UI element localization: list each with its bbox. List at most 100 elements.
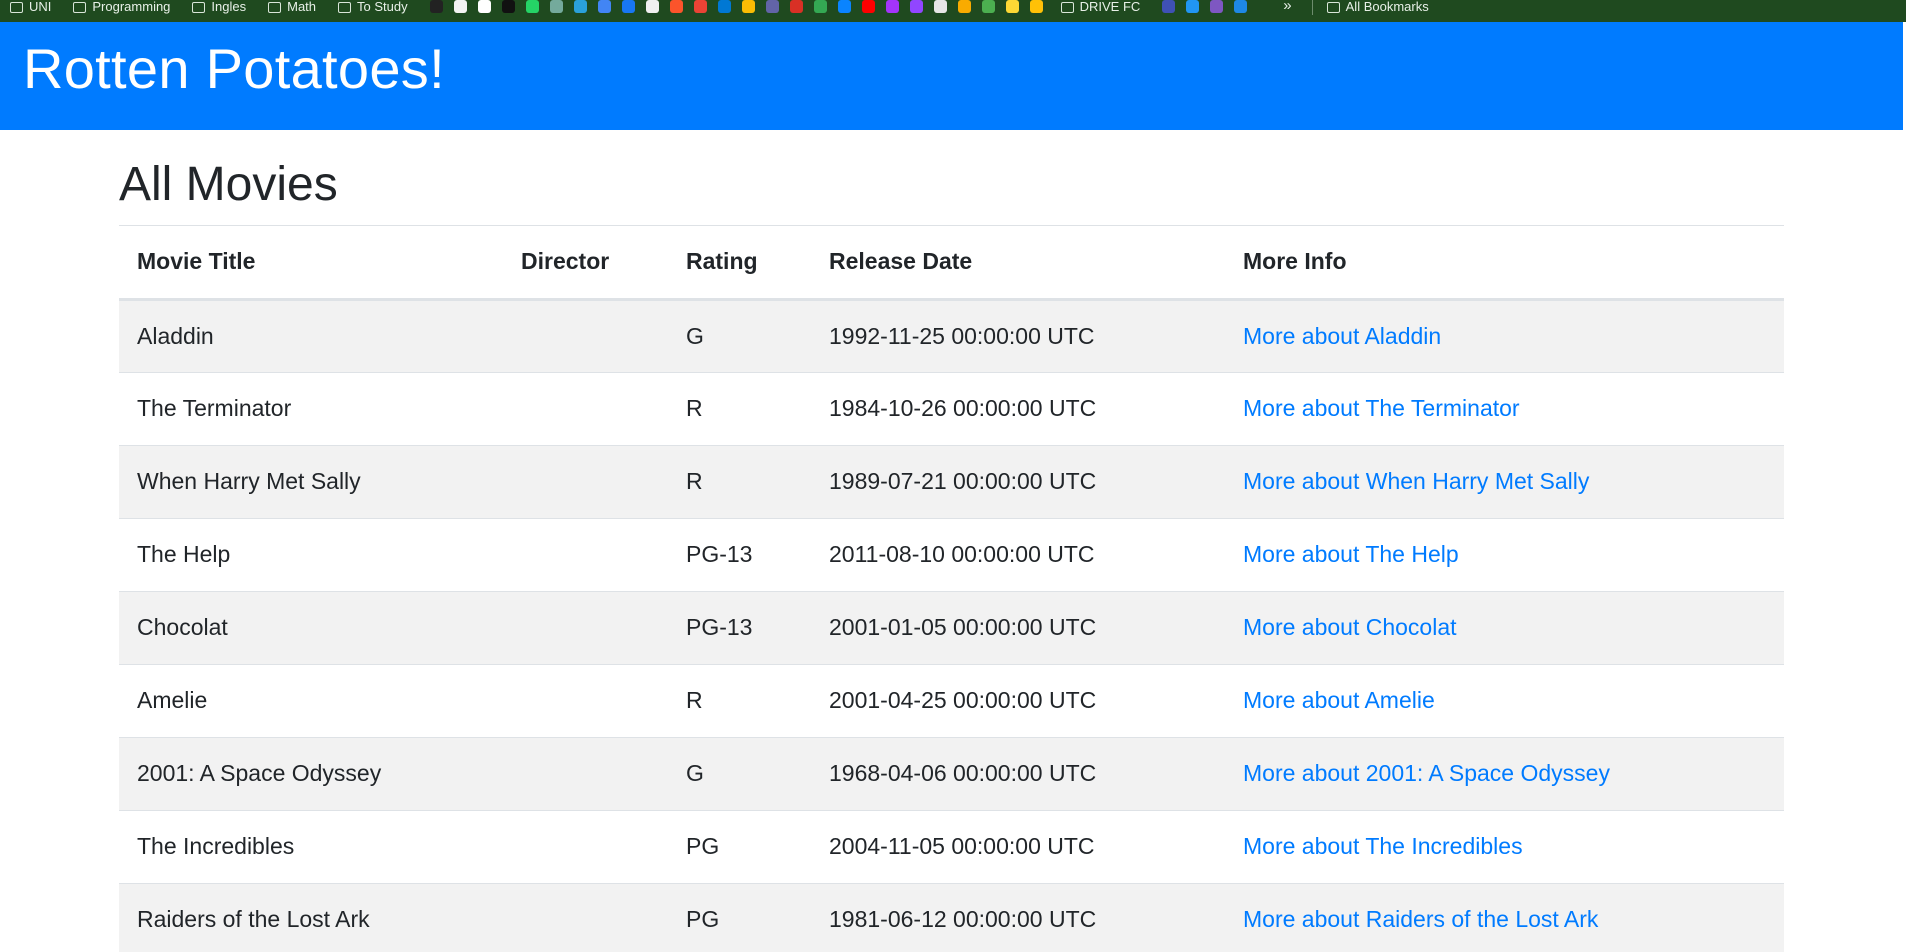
outlook-icon[interactable]: [717, 0, 731, 13]
site-icon[interactable]: [1234, 0, 1248, 13]
site-icon[interactable]: [981, 0, 995, 13]
twitch-icon[interactable]: [909, 0, 923, 13]
drive-icon[interactable]: [813, 0, 827, 13]
movie-more-info-cell: More about The Help: [1225, 518, 1784, 592]
github-icon[interactable]: [645, 0, 659, 13]
table-header-row: Movie Title Director Rating Release Date…: [119, 226, 1784, 301]
movie-director-cell: [503, 883, 668, 952]
site-icon[interactable]: [501, 0, 515, 13]
app-title[interactable]: Rotten Potatoes!: [23, 36, 445, 101]
site-icon[interactable]: [1162, 0, 1176, 13]
bookmarks-overflow-button[interactable]: »: [1283, 0, 1291, 14]
telegram-icon[interactable]: [573, 0, 587, 13]
bookmark-folder[interactable]: Math: [268, 0, 316, 14]
movie-more-info-cell: More about 2001: A Space Odyssey: [1225, 737, 1784, 811]
onedrive-icon[interactable]: [837, 0, 851, 13]
movie-rating-cell: PG: [668, 883, 811, 952]
movie-more-info-cell: More about Raiders of the Lost Ark: [1225, 883, 1784, 952]
movie-release-date-cell: 2011-08-10 00:00:00 UTC: [811, 518, 1225, 592]
whatsapp-icon[interactable]: [525, 0, 539, 13]
movie-release-date-cell: 2001-01-05 00:00:00 UTC: [811, 591, 1225, 665]
table-row: Aladdin G 1992-11-25 00:00:00 UTC More abou…: [119, 299, 1784, 373]
bookmark-icons: [1162, 0, 1248, 13]
more-info-link[interactable]: More about When Harry Met Sally: [1243, 468, 1589, 494]
folder-icon: [10, 1, 23, 13]
site-icon[interactable]: [477, 0, 491, 13]
folder-icon: [1060, 1, 1074, 13]
bookmark-folder[interactable]: DRIVE FC: [1060, 0, 1140, 14]
bookmark-folder-label: Ingles: [211, 0, 247, 14]
column-header-release-date[interactable]: Release Date: [811, 226, 1225, 301]
site-icon[interactable]: [933, 0, 947, 13]
movie-director-cell: [503, 810, 668, 884]
gmail-icon[interactable]: [693, 0, 707, 13]
facebook-icon[interactable]: [621, 0, 635, 13]
movie-more-info-cell: More about Aladdin: [1225, 299, 1784, 373]
timer-icon[interactable]: [1029, 0, 1043, 13]
bookmark-folder[interactable]: To Study: [338, 0, 408, 14]
table-row: The Incredibles PG 2004-11-05 00:00:00 UTC…: [119, 810, 1784, 884]
column-header-title[interactable]: Movie Title: [119, 226, 503, 301]
youtube-icon[interactable]: [861, 0, 875, 13]
bookmark-folder-label: To Study: [357, 0, 408, 14]
folder-icon: [192, 1, 206, 13]
site-icon[interactable]: [789, 0, 803, 13]
more-info-link[interactable]: More about The Terminator: [1243, 395, 1520, 421]
drive-icon[interactable]: [741, 0, 755, 13]
translate-icon[interactable]: [597, 0, 611, 13]
more-info-link[interactable]: More about 2001: A Space Odyssey: [1243, 760, 1610, 786]
bookmarks-bar: UNI Programming Ingles Math To Study DRIVE FC…: [0, 0, 1906, 22]
bookmark-folder-label: Programming: [92, 0, 171, 14]
more-info-link[interactable]: More about Raiders of the Lost Ark: [1243, 906, 1598, 932]
column-header-director[interactable]: Director: [503, 226, 668, 301]
bookmark-folder[interactable]: Ingles: [192, 0, 246, 14]
analytics-icon[interactable]: [957, 0, 971, 13]
bookmark-folder-label: Math: [287, 0, 317, 14]
movie-rating-cell: R: [668, 664, 811, 738]
movie-director-cell: [503, 372, 668, 446]
movie-more-info-cell: More about Amelie: [1225, 664, 1784, 738]
movie-release-date-cell: 1984-10-26 00:00:00 UTC: [811, 372, 1225, 446]
teams-icon[interactable]: [765, 0, 779, 13]
bookmark-folder[interactable]: UNI: [10, 0, 51, 14]
chatgpt-icon[interactable]: [549, 0, 563, 13]
movie-rating-cell: PG-13: [668, 518, 811, 592]
table-row: Amelie R 2001-04-25 00:00:00 UTC More about…: [119, 664, 1784, 738]
more-info-link[interactable]: More about Chocolat: [1243, 614, 1457, 640]
more-info-link[interactable]: More about Amelie: [1243, 687, 1435, 713]
movie-title-cell: Raiders of the Lost Ark: [119, 883, 503, 952]
main-content: All Movies Movie Title Director Rating R…: [119, 130, 1784, 952]
table-row: When Harry Met Sally R 1989-07-21 00:00:00…: [119, 445, 1784, 519]
more-info-link[interactable]: More about Aladdin: [1243, 323, 1441, 349]
page-title: All Movies: [119, 158, 338, 211]
bookmark-folder[interactable]: Programming: [73, 0, 170, 14]
movie-director-cell: [503, 664, 668, 738]
movie-release-date-cell: 1989-07-21 00:00:00 UTC: [811, 445, 1225, 519]
site-icon[interactable]: [429, 0, 443, 13]
site-icon[interactable]: [1210, 0, 1224, 13]
movie-title-cell: When Harry Met Sally: [119, 445, 503, 519]
movie-rating-cell: G: [668, 299, 811, 373]
site-icon[interactable]: [453, 0, 467, 13]
movie-release-date-cell: 2004-11-05 00:00:00 UTC: [811, 810, 1225, 884]
movie-release-date-cell: 1981-06-12 00:00:00 UTC: [811, 883, 1225, 952]
all-bookmarks-button[interactable]: All Bookmarks: [1326, 0, 1429, 14]
movie-title-cell: The Terminator: [119, 372, 503, 446]
table-row: Raiders of the Lost Ark PG 1981-06-12 00:0…: [119, 883, 1784, 952]
more-info-link[interactable]: More about The Help: [1243, 541, 1459, 567]
more-info-link[interactable]: More about The Incredibles: [1243, 833, 1523, 859]
bookmark-folder-label: UNI: [29, 0, 52, 14]
messenger-icon[interactable]: [885, 0, 899, 13]
movie-title-cell: The Incredibles: [119, 810, 503, 884]
site-icon[interactable]: [1186, 0, 1200, 13]
table-row: Chocolat PG-13 2001-01-05 00:00:00 UTC More…: [119, 591, 1784, 665]
folder-icon: [1326, 1, 1340, 13]
movies-table: Movie Title Director Rating Release Date…: [119, 226, 1784, 952]
movie-rating-cell: PG-13: [668, 591, 811, 665]
site-icon[interactable]: [1005, 0, 1019, 13]
movie-title-cell: Aladdin: [119, 299, 503, 373]
column-header-rating[interactable]: Rating: [668, 226, 811, 301]
movie-title-cell: Chocolat: [119, 591, 503, 665]
brave-icon[interactable]: [669, 0, 683, 13]
bookmark-folder-label: All Bookmarks: [1345, 0, 1429, 14]
